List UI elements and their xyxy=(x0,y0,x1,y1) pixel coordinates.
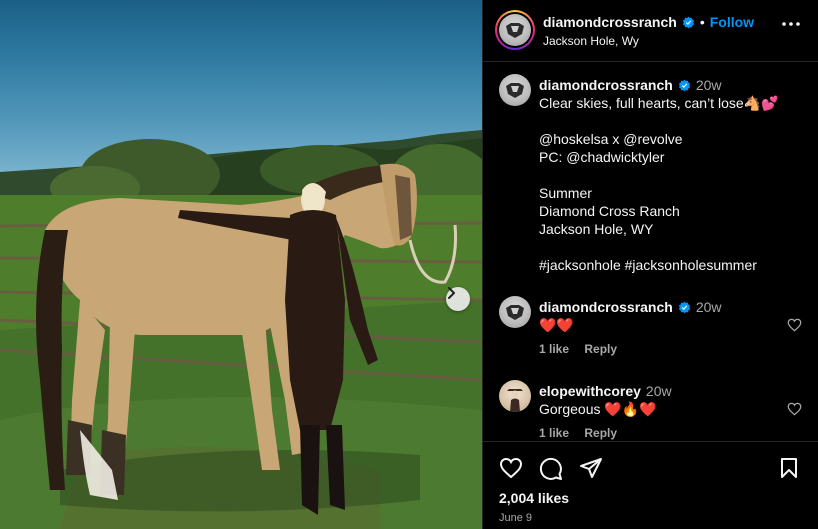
post-photo[interactable] xyxy=(0,0,482,529)
follow-button[interactable]: Follow xyxy=(710,14,754,30)
comment-likes[interactable]: 1 like xyxy=(539,426,569,440)
separator-dot: • xyxy=(699,14,705,30)
action-bar: 2,004 likes June 9 xyxy=(483,441,818,529)
person-icon xyxy=(507,389,523,412)
post-date: June 9 xyxy=(499,512,533,524)
story-ring[interactable] xyxy=(495,10,535,50)
comment-meta: 1 like Reply xyxy=(539,426,629,440)
bookmark-icon[interactable] xyxy=(779,457,799,479)
share-icon[interactable] xyxy=(579,457,603,479)
reply-button[interactable]: Reply xyxy=(584,342,617,356)
ranch-logo-icon xyxy=(506,23,524,38)
ranch-logo-icon xyxy=(506,83,524,98)
comment-icon[interactable] xyxy=(539,457,563,481)
avatar[interactable] xyxy=(499,296,531,328)
comment-username[interactable]: diamondcrossranch xyxy=(539,298,673,316)
avatar xyxy=(499,14,531,46)
heart-icon[interactable] xyxy=(787,402,802,416)
ranch-logo-icon xyxy=(506,305,524,320)
heart-icon[interactable] xyxy=(787,318,802,332)
comment-text: ❤️❤️ xyxy=(539,317,574,333)
avatar[interactable] xyxy=(499,380,531,412)
like-count[interactable]: 2,004 likes xyxy=(499,490,569,506)
post-location[interactable]: Jackson Hole, Wy xyxy=(543,34,639,48)
verified-badge-icon xyxy=(682,16,694,28)
comments-section[interactable]: diamondcrossranch 20w Clear skies, full … xyxy=(483,62,818,441)
header-username[interactable]: diamondcrossranch xyxy=(543,14,677,30)
post-detail-panel: diamondcrossranch • Follow Jackson Hole,… xyxy=(482,0,818,529)
caption-username[interactable]: diamondcrossranch xyxy=(539,76,673,94)
comment-item: diamondcrossranch 20w ❤️❤️ 1 like Reply xyxy=(499,296,802,356)
verified-badge-icon xyxy=(678,301,690,313)
like-heart-icon[interactable] xyxy=(499,457,523,479)
post-image xyxy=(0,130,482,529)
comment-item: elopewithcorey 20w Gorgeous ❤️🔥❤️ 1 like… xyxy=(499,380,802,440)
avatar[interactable] xyxy=(499,74,531,106)
post-header: diamondcrossranch • Follow Jackson Hole,… xyxy=(483,0,818,62)
comment-likes[interactable]: 1 like xyxy=(539,342,569,356)
caption-text: Clear skies, full hearts, can’t lose🐴💕 @… xyxy=(539,95,779,273)
header-user-row: diamondcrossranch • Follow xyxy=(543,14,754,30)
comment-time: 20w xyxy=(695,299,722,315)
next-photo-button[interactable] xyxy=(446,287,470,311)
comment-text: Gorgeous ❤️🔥❤️ xyxy=(539,401,657,417)
caption-time: 20w xyxy=(695,77,722,93)
reply-button[interactable]: Reply xyxy=(584,426,617,440)
comment-time: 20w xyxy=(645,383,672,399)
verified-badge-icon xyxy=(678,79,690,91)
comment-username[interactable]: elopewithcorey xyxy=(539,382,641,400)
chevron-right-icon xyxy=(448,287,455,299)
more-icon[interactable] xyxy=(782,22,800,26)
comment-meta: 1 like Reply xyxy=(539,342,629,356)
